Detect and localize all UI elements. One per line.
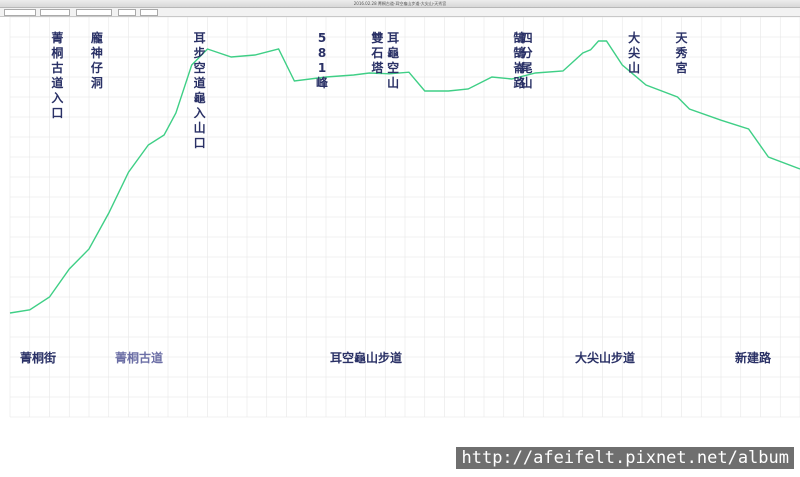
poi-label-char: 步	[194, 45, 206, 60]
poi-label-char: 仔	[91, 60, 103, 75]
poi-label-char: 耳	[387, 31, 399, 45]
window-titlebar: 2016.02.28 菁桐古道-耳空龜山步道-大尖山-天秀宮	[0, 0, 800, 8]
toolbar-field[interactable]	[40, 9, 70, 16]
poi-label-char: 耳	[194, 31, 206, 45]
poi-label-char: 石	[370, 46, 383, 60]
section-label: 耳空龜山步道	[330, 350, 402, 365]
poi-label-char: 鵠	[514, 30, 526, 45]
toolbar-button[interactable]	[118, 9, 136, 16]
poi-label: 鵠鵠崙路	[513, 30, 527, 90]
poi-label-char: 山	[628, 60, 640, 75]
poi-label-char: 空	[387, 60, 399, 75]
poi-label-char: 菁	[51, 30, 63, 45]
poi-label: 龐神仔洞	[91, 30, 103, 90]
poi-label-char: 路	[514, 75, 527, 90]
section-label: 菁桐古道	[115, 350, 163, 365]
poi-label-char: 龜	[194, 90, 206, 105]
poi-label-char: 鵠	[514, 45, 526, 60]
poi-label-char: 天	[675, 31, 688, 45]
poi-label-char: 宮	[675, 60, 687, 75]
poi-label-char: 塔	[371, 60, 384, 75]
poi-label-char: 口	[51, 106, 63, 120]
toolbar	[0, 8, 800, 17]
poi-label: 天秀宮	[674, 31, 688, 75]
toolbar-button[interactable]	[140, 9, 158, 16]
toolbar-select[interactable]	[4, 9, 36, 16]
poi-label-char: 道	[51, 75, 63, 90]
poi-label-char: 尖	[628, 45, 640, 60]
poi-label-char: 崙	[513, 60, 527, 75]
poi-label-char: 龐	[91, 30, 103, 45]
poi-label-char: 古	[51, 60, 63, 75]
poi-label-char: 洞	[91, 76, 103, 90]
poi-label: 581峰	[316, 31, 329, 90]
poi-label: 菁桐古道入口	[51, 30, 63, 120]
poi-label-char: 入	[51, 91, 63, 105]
poi-label-char: 大	[628, 30, 640, 45]
poi-label: 雙石塔	[370, 30, 384, 75]
poi-label-char: 山	[387, 75, 399, 90]
poi-label: 耳龜空山	[387, 31, 399, 90]
toolbar-slider[interactable]	[76, 9, 112, 16]
poi-label-char: 道	[194, 75, 206, 90]
poi-label-char: 空	[194, 60, 206, 75]
elevation-chart-svg: 菁桐古道入口龐神仔洞耳步空道龜入山口581峰雙石塔耳龜空山四分尾山鵠鵠崙路大尖山…	[0, 17, 800, 473]
section-label: 菁桐街	[20, 350, 56, 365]
poi-label-char: 龜	[387, 45, 399, 60]
poi-label-char: 8	[318, 46, 326, 60]
section-label: 新建路	[735, 350, 772, 365]
poi-label-char: 雙	[371, 30, 383, 45]
poi-label-char: 入	[194, 106, 206, 120]
poi-label-char: 山	[194, 120, 206, 135]
watermark: http://afeifelt.pixnet.net/album	[456, 447, 794, 469]
poi-label-char: 峰	[316, 75, 329, 90]
poi-label-char: 神	[91, 45, 103, 60]
window-title: 2016.02.28 菁桐古道-耳空龜山步道-大尖山-天秀宮	[0, 0, 800, 7]
poi-label-char: 秀	[674, 45, 688, 60]
poi-label: 大尖山	[628, 30, 640, 75]
section-labels: 菁桐街 菁桐古道 耳空龜山步道 大尖山步道 新建路	[20, 350, 772, 365]
poi-label-char: 5	[318, 31, 326, 45]
elevation-chart: 菁桐古道入口龐神仔洞耳步空道龜入山口581峰雙石塔耳龜空山四分尾山鵠鵠崙路大尖山…	[0, 17, 800, 473]
section-label: 大尖山步道	[575, 350, 635, 365]
poi-label: 耳步空道龜入山口	[194, 31, 206, 150]
poi-label-char: 1	[318, 61, 326, 75]
poi-label-char: 口	[194, 136, 206, 150]
poi-label-char: 桐	[51, 45, 63, 60]
